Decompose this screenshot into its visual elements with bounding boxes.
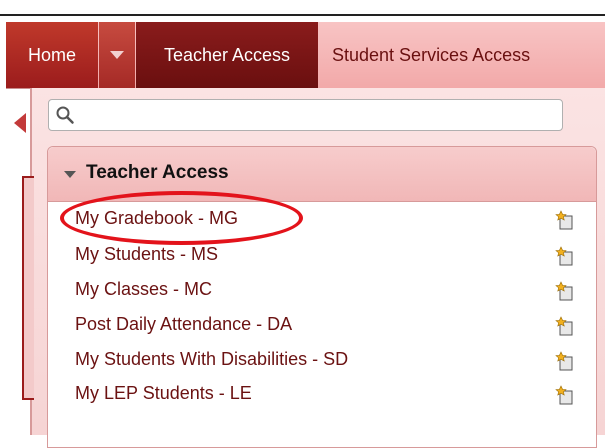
add-favorite-icon[interactable] [555,316,573,336]
teacher-access-section: Teacher Access My Gradebook - MG My Stud… [47,146,597,448]
add-favorite-icon[interactable] [555,210,573,230]
section-title: Teacher Access [86,162,229,183]
search-icon [56,106,74,124]
top-divider [0,14,605,16]
collapse-panel-icon[interactable] [14,113,26,133]
menu-item-post-daily-attendance[interactable]: Post Daily Attendance - DA [75,314,292,335]
section-header[interactable]: Teacher Access [48,147,596,202]
menu-item-my-students[interactable]: My Students - MS [75,244,218,265]
menu-item-lep-students[interactable]: My LEP Students - LE [75,383,252,404]
search-box [48,99,563,131]
search-input[interactable] [79,104,553,128]
menu-item-students-with-disabilities[interactable]: My Students With Disabilities - SD [75,349,348,370]
menu-item-my-gradebook[interactable]: My Gradebook - MG [75,208,238,229]
top-navbar: Home Teacher Access Student Services Acc… [6,22,605,89]
add-favorite-icon[interactable] [555,246,573,266]
add-favorite-icon[interactable] [555,281,573,301]
menu-item-my-classes[interactable]: My Classes - MC [75,279,212,300]
nav-home[interactable]: Home [6,22,98,88]
left-edge-panel [22,176,34,400]
chevron-down-icon [110,51,124,59]
nav-dropdown-button[interactable] [99,22,135,88]
nav-teacher-access[interactable]: Teacher Access [136,22,318,88]
collapse-section-icon[interactable] [64,171,76,178]
add-favorite-icon[interactable] [555,385,573,405]
add-favorite-icon[interactable] [555,351,573,371]
nav-student-services-access[interactable]: Student Services Access [324,22,605,88]
